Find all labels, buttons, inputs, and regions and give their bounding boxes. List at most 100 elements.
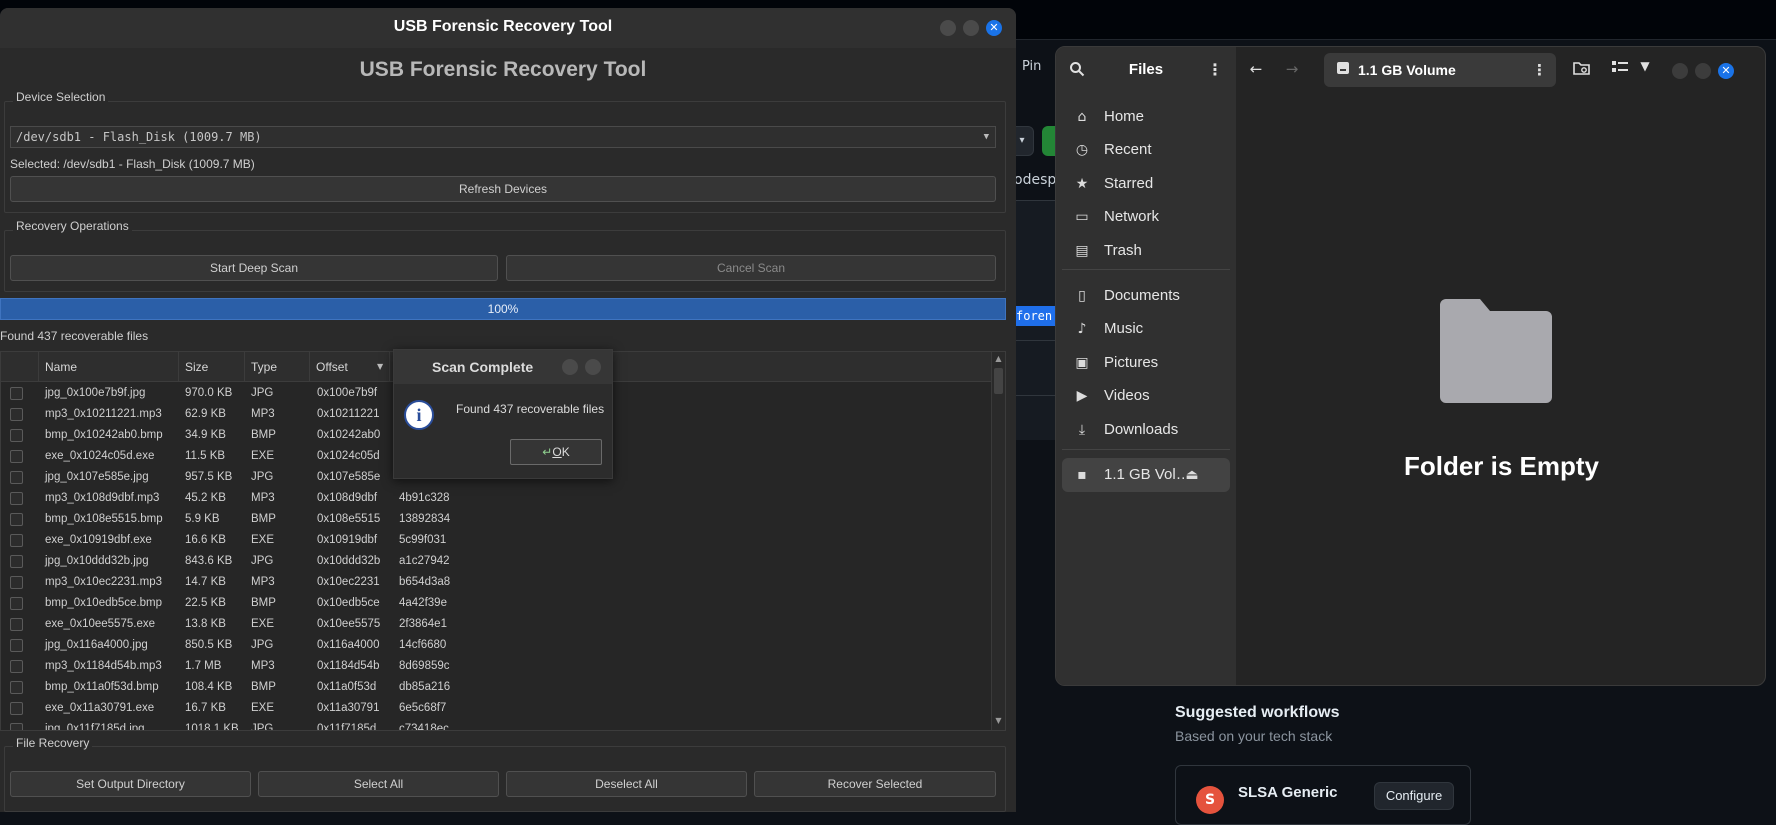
select-all-button[interactable]: Select All [258, 771, 499, 797]
sidebar-item-pictures[interactable]: ▣ Pictures [1062, 346, 1230, 380]
cell-name: jpg_0x107e585e.jpg [45, 471, 149, 483]
row-checkbox[interactable] [10, 555, 23, 568]
table-row[interactable]: bmp_0x108e5515.bmp 5.9 KB BMP 0x108e5515 138… [1, 509, 991, 530]
cell-name: bmp_0x108e5515.bmp [45, 513, 163, 525]
ok-accelerator: O [552, 445, 562, 459]
cell-offset: 0x100e7b9f [317, 387, 378, 399]
sidebar-item-1-1-gb-vol[interactable]: ▪ 1.1 GB Vol… ⏏ [1062, 458, 1230, 492]
view-list-icon[interactable] [1610, 60, 1630, 78]
sidebar-item-recent[interactable]: ◷ Recent [1062, 133, 1230, 167]
table-row[interactable]: mp3_0x1184d54b.mp3 1.7 MB MP3 0x1184d54b 8d6… [1, 656, 991, 677]
menu-dots-icon[interactable]: ⋮ [1206, 60, 1224, 79]
row-checkbox[interactable] [10, 450, 23, 463]
window-titlebar[interactable]: USB Forensic Recovery Tool ✕ [0, 8, 1016, 48]
deselect-all-button[interactable]: Deselect All [506, 771, 747, 797]
table-row[interactable]: exe_0x10ee5575.exe 13.8 KB EXE 0x10ee5575 2f… [1, 614, 991, 635]
recover-selected-button[interactable]: Recover Selected [754, 771, 996, 797]
vertical-scrollbar[interactable]: ▲ ▼ [991, 352, 1005, 730]
row-checkbox[interactable] [10, 387, 23, 400]
sidebar-item-label: 1.1 GB Vol… [1104, 466, 1191, 483]
cell-name: exe_0x10ee5575.exe [45, 618, 155, 630]
folder-search-icon[interactable] [1572, 60, 1592, 80]
window-title: USB Forensic Recovery Tool [393, 18, 613, 35]
row-checkbox[interactable] [10, 702, 23, 715]
selected-device-text: Selected: /dev/sdb1 - Flash_Disk (1009.7… [10, 157, 255, 171]
device-select-value: /dev/sdb1 - Flash_Disk (1009.7 MB) [16, 130, 262, 144]
row-checkbox[interactable] [10, 597, 23, 610]
row-checkbox[interactable] [10, 492, 23, 505]
row-checkbox[interactable] [10, 618, 23, 631]
maximize-button[interactable] [963, 20, 979, 36]
scan-progress-bar: 100% [0, 298, 1006, 320]
path-bar[interactable]: 1.1 GB Volume ⋮ [1324, 53, 1556, 87]
cell-hash: 13892834 [399, 513, 451, 525]
files-minimize-button[interactable] [1672, 63, 1688, 79]
row-checkbox[interactable] [10, 429, 23, 442]
picture-icon: ▣ [1075, 355, 1089, 371]
sidebar-item-downloads[interactable]: ⤓ Downloads [1062, 413, 1230, 447]
sidebar-item-network[interactable]: ▭ Network [1062, 200, 1230, 234]
sidebar-item-starred[interactable]: ★ Starred [1062, 167, 1230, 201]
ok-label-rest: K [561, 445, 570, 459]
row-checkbox[interactable] [10, 660, 23, 673]
dialog-maximize-button[interactable] [585, 359, 601, 375]
start-deep-scan-button[interactable]: Start Deep Scan [10, 255, 498, 281]
ok-button[interactable]: ↵OK [510, 439, 602, 465]
row-checkbox[interactable] [10, 471, 23, 484]
row-checkbox[interactable] [10, 723, 23, 730]
cell-type: BMP [251, 681, 276, 693]
table-row[interactable]: mp3_0x108d9dbf.mp3 45.2 KB MP3 0x108d9dbf 4b… [1, 488, 991, 509]
column-header-name[interactable]: Name [39, 352, 179, 382]
pin-label[interactable]: Pin [1022, 59, 1041, 74]
table-row[interactable]: jpg_0x11f7185d.jpg 1018.1 KB JPG 0x11f7185d… [1, 719, 991, 730]
back-arrow-icon[interactable]: ← [1246, 60, 1266, 78]
row-checkbox[interactable] [10, 534, 23, 547]
refresh-devices-button[interactable]: Refresh Devices [10, 176, 996, 202]
table-row[interactable]: bmp_0x10edb5ce.bmp 22.5 KB BMP 0x10edb5ce 4a… [1, 593, 991, 614]
dialog-minimize-button[interactable] [562, 359, 578, 375]
row-checkbox[interactable] [10, 681, 23, 694]
set-output-directory-button[interactable]: Set Output Directory [10, 771, 251, 797]
column-header-size[interactable]: Size [179, 352, 245, 382]
table-row[interactable]: jpg_0x10ddd32b.jpg 843.6 KB JPG 0x10ddd32b a… [1, 551, 991, 572]
cell-offset: 0x1184d54b [317, 660, 380, 672]
path-menu-icon[interactable]: ⋮ [1532, 61, 1547, 79]
table-row[interactable]: jpg_0x116a4000.jpg 850.5 KB JPG 0x116a4000 1… [1, 635, 991, 656]
minimize-button[interactable] [940, 20, 956, 36]
table-row[interactable]: exe_0x11a30791.exe 16.7 KB EXE 0x11a30791 6e… [1, 698, 991, 719]
green-button[interactable] [1042, 126, 1056, 156]
scroll-up-icon[interactable]: ▲ [994, 354, 1003, 363]
sidebar-item-documents[interactable]: ▯ Documents [1062, 279, 1230, 313]
close-icon[interactable]: ✕ [986, 20, 1002, 36]
page-title: USB Forensic Recovery Tool [359, 58, 647, 81]
forward-arrow-icon[interactable]: → [1282, 60, 1302, 78]
row-checkbox[interactable] [10, 639, 23, 652]
files-maximize-button[interactable] [1695, 63, 1711, 79]
sidebar-item-music[interactable]: ♪ Music [1062, 312, 1230, 346]
close-icon[interactable]: ✕ [1718, 63, 1734, 79]
divider [1014, 395, 1056, 396]
cell-offset: 0x10ee5575 [317, 618, 381, 630]
row-checkbox[interactable] [10, 576, 23, 589]
cell-type: MP3 [251, 492, 275, 504]
scroll-down-icon[interactable]: ▼ [994, 716, 1003, 725]
eject-icon[interactable]: ⏏ [1184, 467, 1200, 483]
dialog-titlebar[interactable]: Scan Complete [394, 350, 612, 384]
cancel-scan-button[interactable]: Cancel Scan [506, 255, 996, 281]
cell-name: mp3_0x108d9dbf.mp3 [45, 492, 160, 504]
table-row[interactable]: bmp_0x11a0f53d.bmp 108.4 KB BMP 0x11a0f53d d… [1, 677, 991, 698]
row-checkbox[interactable] [10, 408, 23, 421]
table-row[interactable]: mp3_0x10ec2231.mp3 14.7 KB MP3 0x10ec2231 b6… [1, 572, 991, 593]
row-checkbox[interactable] [10, 513, 23, 526]
view-options-chevron-icon[interactable]: ▼ [1636, 59, 1654, 73]
sidebar-item-trash[interactable]: ▤ Trash [1062, 234, 1230, 268]
sidebar-item-videos[interactable]: ▶ Videos [1062, 379, 1230, 413]
scrollbar-thumb[interactable] [994, 368, 1003, 394]
sidebar-item-home[interactable]: ⌂ Home [1062, 100, 1230, 134]
device-select[interactable]: /dev/sdb1 - Flash_Disk (1009.7 MB) ▼ [10, 126, 996, 148]
cell-type: MP3 [251, 660, 275, 672]
table-row[interactable]: exe_0x10919dbf.exe 16.6 KB EXE 0x10919dbf 5c… [1, 530, 991, 551]
configure-button[interactable]: Configure [1374, 782, 1454, 810]
empty-folder-icon [1440, 299, 1552, 403]
column-header-type[interactable]: Type [245, 352, 310, 382]
